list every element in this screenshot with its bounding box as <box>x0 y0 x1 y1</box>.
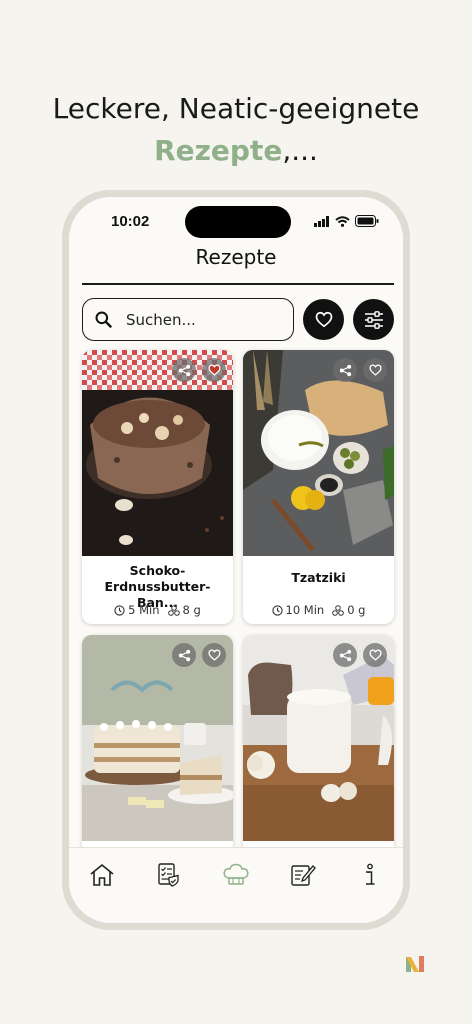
favorite-button[interactable] <box>363 643 387 667</box>
prep-time: 10 Min <box>271 603 325 617</box>
dynamic-island <box>185 206 291 238</box>
headline-accent: Rezepte <box>154 134 283 167</box>
recipe-meta: 5 Min 8 g <box>82 603 233 617</box>
heart-outline-icon <box>368 364 382 376</box>
favorite-button[interactable] <box>363 358 387 382</box>
share-button[interactable] <box>333 358 357 382</box>
share-icon <box>339 649 351 661</box>
headline-line2: Rezepte,... <box>0 130 472 172</box>
nutrient-icon <box>332 604 345 616</box>
status-icons <box>314 215 379 227</box>
share-icon <box>178 649 190 661</box>
prep-time-value: 10 Min <box>285 603 325 617</box>
headline-suffix: ,... <box>282 134 318 167</box>
home-icon <box>90 863 114 886</box>
carb-amount-value: 0 g <box>347 603 366 617</box>
clock-icon <box>114 604 125 616</box>
recipe-card[interactable]: Tzatziki 10 Min 0 g <box>243 350 394 624</box>
wifi-icon <box>335 215 350 227</box>
recipe-card[interactable] <box>82 635 233 865</box>
search-icon <box>95 311 112 328</box>
heart-icon <box>315 311 332 328</box>
battery-icon <box>355 215 379 227</box>
carb-amount: 8 g <box>167 603 201 617</box>
status-time: 10:02 <box>111 213 150 230</box>
share-button[interactable] <box>172 643 196 667</box>
recipe-name: Tzatziki <box>291 570 346 585</box>
info-icon <box>365 863 375 885</box>
promo-headline: Leckere, Neatic-geeignete Rezepte,... <box>0 88 472 172</box>
prep-time-value: 5 Min <box>128 603 160 617</box>
recipe-card[interactable]: Schoko-Erdnussbutter-Ban... 5 Min 8 g <box>82 350 233 624</box>
favorite-button[interactable] <box>202 643 226 667</box>
filter-button[interactable] <box>353 299 394 340</box>
heart-filled-icon <box>207 364 221 376</box>
checklist-icon <box>158 863 179 887</box>
share-icon <box>339 364 351 376</box>
app-logo <box>406 956 424 972</box>
signal-icon <box>314 215 329 227</box>
share-icon <box>178 364 190 376</box>
prep-time: 5 Min <box>114 603 160 617</box>
clock-icon <box>271 604 283 616</box>
title-divider <box>82 283 394 285</box>
carb-amount: 0 g <box>332 603 365 617</box>
favorite-button[interactable] <box>202 358 226 382</box>
nav-checklist[interactable] <box>154 860 184 890</box>
search-input[interactable] <box>126 310 266 329</box>
phone-screen: 10:02 Rezepte Suchen... Schoko-Erdnussbu… <box>69 197 403 923</box>
search-field[interactable] <box>82 298 294 341</box>
notes-icon <box>291 865 316 886</box>
chef-hat-icon <box>223 863 249 885</box>
nutrient-icon <box>167 604 180 616</box>
nav-home[interactable] <box>87 860 117 890</box>
share-button[interactable] <box>333 643 357 667</box>
headline-line1: Leckere, Neatic-geeignete <box>52 92 420 125</box>
sliders-icon <box>364 310 383 329</box>
page-title: Rezepte <box>195 245 277 269</box>
nav-notes[interactable] <box>288 860 318 890</box>
carb-amount-value: 8 g <box>182 603 201 617</box>
recipe-card[interactable] <box>243 635 394 865</box>
share-button[interactable] <box>172 358 196 382</box>
heart-outline-icon <box>368 649 382 661</box>
nav-recipes[interactable] <box>221 860 251 890</box>
bottom-navigation <box>69 847 403 923</box>
nav-info[interactable] <box>355 860 385 890</box>
heart-outline-icon <box>207 649 221 661</box>
recipe-meta: 10 Min 0 g <box>243 603 394 617</box>
favorites-button[interactable] <box>303 299 344 340</box>
